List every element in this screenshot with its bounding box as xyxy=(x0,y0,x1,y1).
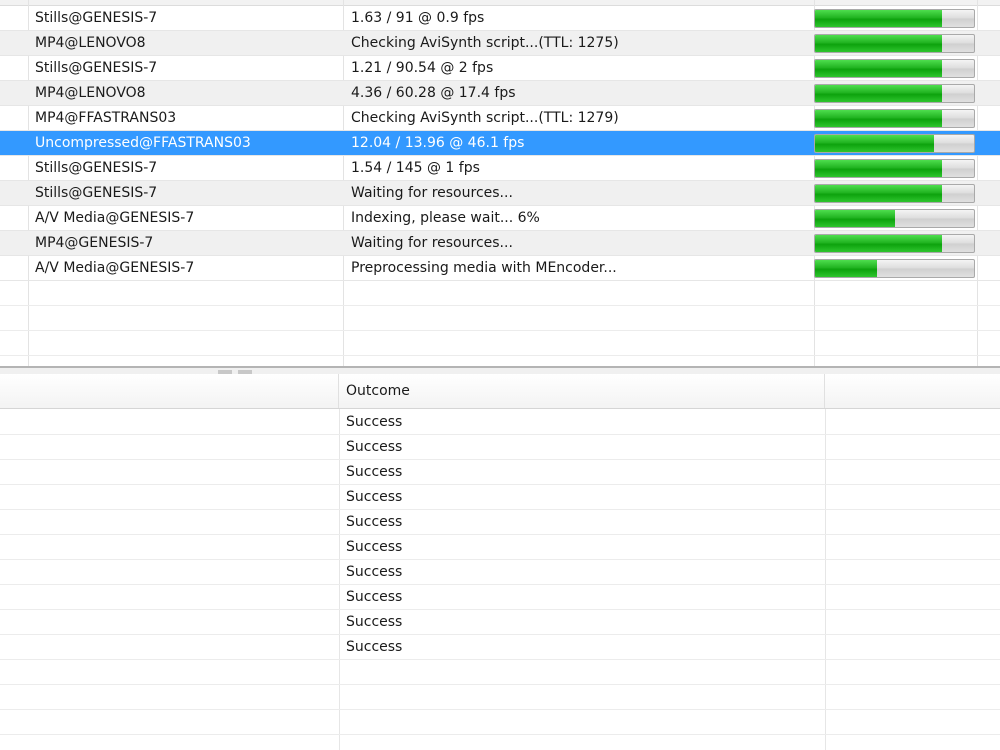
progress-fill xyxy=(815,10,943,27)
job-preset-host: A/V Media@GENESIS-7 xyxy=(35,210,195,226)
outcome-value: Success xyxy=(346,539,403,555)
outcome-header-label: Outcome xyxy=(346,383,410,399)
empty-row xyxy=(0,685,1000,710)
job-preset-host: Stills@GENESIS-7 xyxy=(35,185,158,201)
job-progress-bar xyxy=(814,259,975,278)
job-row[interactable]: MP4@GENESIS-7 Waiting for resources... xyxy=(0,231,1000,256)
empty-row xyxy=(0,660,1000,685)
empty-row xyxy=(0,331,1000,356)
job-preset-host: MP4@LENOVO8 xyxy=(35,85,146,101)
outcome-value: Success xyxy=(346,489,403,505)
empty-row xyxy=(0,281,1000,306)
empty-row xyxy=(0,306,1000,331)
job-preset-host: MP4@GENESIS-7 xyxy=(35,235,154,251)
empty-row xyxy=(0,735,1000,750)
history-row[interactable]: Success xyxy=(0,435,1000,460)
progress-fill xyxy=(815,60,943,77)
empty-row xyxy=(0,356,1000,366)
outcome-value: Success xyxy=(346,414,403,430)
outcome-value: Success xyxy=(346,514,403,530)
job-progress-bar xyxy=(814,184,975,203)
job-row[interactable]: Uncompressed@FFASTRANS03 12.04 / 13.96 @ … xyxy=(0,131,1000,156)
job-row[interactable]: MP4@LENOVO8 Checking AviSynth script...(T… xyxy=(0,31,1000,56)
progress-fill xyxy=(815,260,877,277)
progress-fill xyxy=(815,210,895,227)
job-preset-host: MP4@LENOVO8 xyxy=(35,35,146,51)
progress-fill xyxy=(815,135,935,152)
job-progress-bar xyxy=(814,34,975,53)
history-row[interactable]: Success xyxy=(0,635,1000,660)
job-row[interactable]: Stills@GENESIS-7 1.54 / 145 @ 1 fps xyxy=(0,156,1000,181)
history-row[interactable]: Success xyxy=(0,585,1000,610)
history-row[interactable]: Success xyxy=(0,460,1000,485)
progress-fill xyxy=(815,110,943,127)
job-progress-bar xyxy=(814,109,975,128)
outcome-value: Success xyxy=(346,464,403,480)
job-status: 1.63 / 91 @ 0.9 fps xyxy=(351,10,485,26)
history-row[interactable]: Success xyxy=(0,535,1000,560)
history-header: Outcome xyxy=(0,374,1000,409)
job-row[interactable]: A/V Media@GENESIS-7 Preprocessing media w… xyxy=(0,256,1000,281)
job-preset-host: Uncompressed@FFASTRANS03 xyxy=(35,135,251,151)
history-row[interactable]: Success xyxy=(0,510,1000,535)
job-row[interactable]: MP4@LENOVO8 4.36 / 60.28 @ 17.4 fps xyxy=(0,81,1000,106)
job-status: Waiting for resources... xyxy=(351,235,513,251)
job-preset-host: A/V Media@GENESIS-7 xyxy=(35,260,195,276)
job-preset-host: MP4@FFASTRANS03 xyxy=(35,110,177,126)
job-status: 4.36 / 60.28 @ 17.4 fps xyxy=(351,85,516,101)
job-progress-bar xyxy=(814,9,975,28)
job-status: Checking AviSynth script...(TTL: 1275) xyxy=(351,35,619,51)
empty-row xyxy=(0,710,1000,735)
job-status: Checking AviSynth script...(TTL: 1279) xyxy=(351,110,619,126)
job-status: Waiting for resources... xyxy=(351,185,513,201)
history-row[interactable]: Success xyxy=(0,410,1000,435)
outcome-value: Success xyxy=(346,639,403,655)
progress-fill xyxy=(815,235,943,252)
job-row[interactable]: Stills@GENESIS-7 Waiting for resources... xyxy=(0,181,1000,206)
job-row[interactable]: MP4@FFASTRANS03 Checking AviSynth script.… xyxy=(0,106,1000,131)
job-row[interactable]: A/V Media@GENESIS-7 Indexing, please wait… xyxy=(0,206,1000,231)
job-status: Indexing, please wait... 6% xyxy=(351,210,540,226)
progress-fill xyxy=(815,35,943,52)
job-status: 1.54 / 145 @ 1 fps xyxy=(351,160,480,176)
active-jobs-list[interactable]: Stills@GENESIS-7 1.63 / 91 @ 0.9 fps MP4@L… xyxy=(0,0,1000,366)
job-progress-bar xyxy=(814,159,975,178)
job-progress-bar xyxy=(814,234,975,253)
job-progress-bar xyxy=(814,209,975,228)
column-header-outcome[interactable] xyxy=(339,374,825,408)
outcome-value: Success xyxy=(346,589,403,605)
history-row[interactable]: Success xyxy=(0,610,1000,635)
job-preset-host: Stills@GENESIS-7 xyxy=(35,10,158,26)
job-progress-bar xyxy=(814,59,975,78)
job-status: 1.21 / 90.54 @ 2 fps xyxy=(351,60,494,76)
pane-splitter[interactable] xyxy=(0,366,1000,374)
progress-fill xyxy=(815,185,943,202)
history-list[interactable]: Outcome Success Success Success Success Succ… xyxy=(0,374,1000,750)
job-preset-host: Stills@GENESIS-7 xyxy=(35,160,158,176)
history-row[interactable]: Success xyxy=(0,485,1000,510)
outcome-value: Success xyxy=(346,564,403,580)
job-preset-host: Stills@GENESIS-7 xyxy=(35,60,158,76)
progress-fill xyxy=(815,160,943,177)
job-progress-bar xyxy=(814,134,975,153)
job-status: Preprocessing media with MEncoder... xyxy=(351,260,617,276)
job-progress-bar xyxy=(814,84,975,103)
outcome-value: Success xyxy=(346,614,403,630)
column-header-extra[interactable] xyxy=(825,374,1000,408)
job-status: 12.04 / 13.96 @ 46.1 fps xyxy=(351,135,525,151)
progress-fill xyxy=(815,85,943,102)
column-header-blank[interactable] xyxy=(0,374,339,408)
outcome-value: Success xyxy=(346,439,403,455)
job-row[interactable]: Stills@GENESIS-7 1.21 / 90.54 @ 2 fps xyxy=(0,56,1000,81)
history-row[interactable]: Success xyxy=(0,560,1000,585)
job-row[interactable]: Stills@GENESIS-7 1.63 / 91 @ 0.9 fps xyxy=(0,6,1000,31)
